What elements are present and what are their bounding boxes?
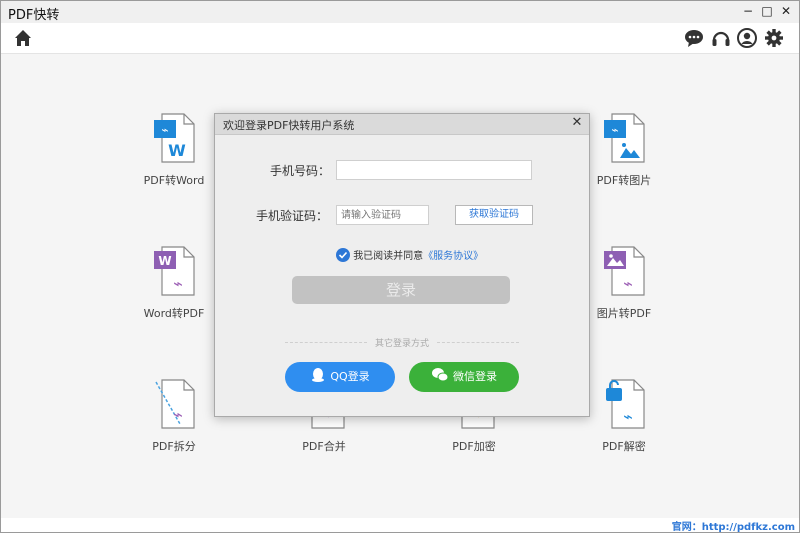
- app-window: PDF快转 − □ ✕ ⌁ W PDF转Word ⌁ PDF转图片 W ⌁ Wo…: [0, 0, 800, 533]
- login-dialog: 欢迎登录PDF快转用户系统 ✕ 手机号码： 手机验证码： 获取验证码 我已阅读并…: [214, 113, 590, 417]
- checkbox-checked-icon[interactable]: [336, 248, 350, 262]
- agreement-row: 我已阅读并同意《服务协议》: [336, 247, 483, 262]
- other-login-text: 其它登录方式: [374, 339, 429, 349]
- code-label: 手机验证码：: [256, 209, 329, 223]
- modal-overlay: 欢迎登录PDF快转用户系统 ✕ 手机号码： 手机验证码： 获取验证码 我已阅读并…: [1, 1, 799, 532]
- wechat-icon: [432, 368, 449, 382]
- qq-login-button[interactable]: QQ登录: [285, 362, 395, 392]
- other-login-divider: 其它登录方式: [285, 336, 519, 349]
- code-input[interactable]: [336, 205, 429, 225]
- wechat-login-label: 微信登录: [453, 370, 497, 383]
- dialog-title: 欢迎登录PDF快转用户系统: [223, 119, 355, 132]
- qq-icon: [312, 368, 325, 382]
- agreement-text: 我已阅读并同意: [353, 251, 424, 262]
- get-code-button[interactable]: 获取验证码: [455, 205, 533, 225]
- qq-login-label: QQ登录: [330, 370, 370, 383]
- login-button[interactable]: 登录: [292, 276, 510, 304]
- service-agreement-link[interactable]: 《服务协议》: [423, 251, 483, 262]
- phone-input[interactable]: [336, 160, 532, 180]
- dialog-close-button[interactable]: ✕: [570, 115, 584, 131]
- phone-label: 手机号码：: [270, 164, 331, 178]
- wechat-login-button[interactable]: 微信登录: [409, 362, 519, 392]
- dialog-header: 欢迎登录PDF快转用户系统 ✕: [215, 114, 589, 135]
